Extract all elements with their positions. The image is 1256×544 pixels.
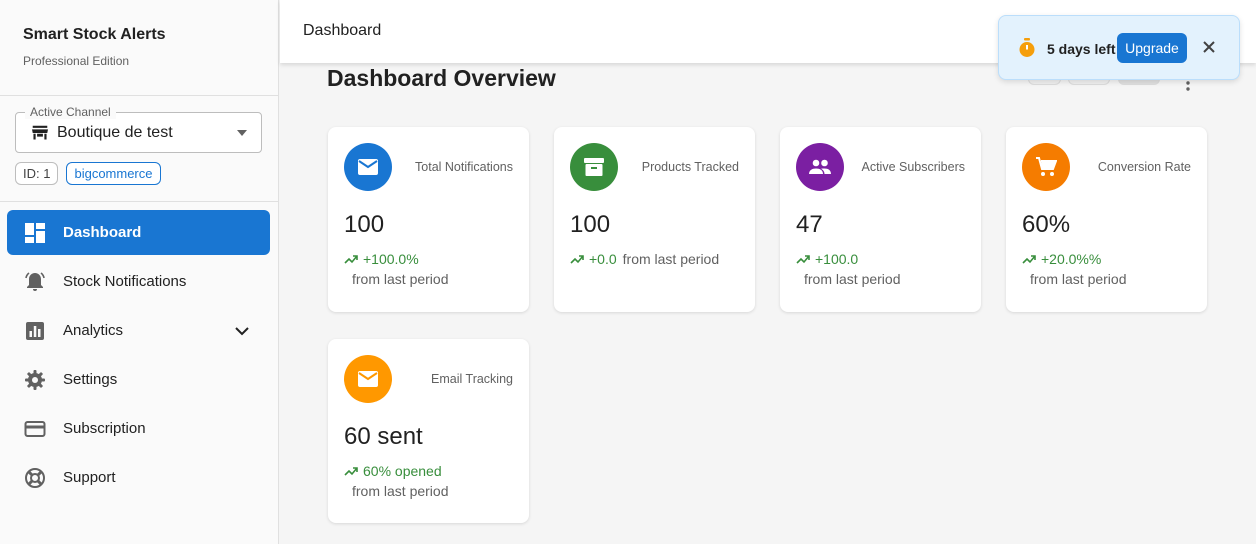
channel-chips: ID: 1 bigcommerce: [15, 162, 278, 186]
brand: Smart Stock Alerts Professional Edition: [0, 0, 278, 96]
main-content: Dashboard Overview Total Notifications 1…: [280, 63, 1256, 544]
card-label: Products Tracked: [641, 160, 739, 174]
store-icon: [32, 125, 48, 140]
upgrade-button[interactable]: Upgrade: [1117, 33, 1187, 63]
card-icon-badge: [796, 143, 844, 191]
card-icon-badge: [570, 143, 618, 191]
card-icon-badge: [344, 355, 392, 403]
nav-item-subscription[interactable]: Subscription: [7, 406, 270, 451]
nav-item-stock-notifications[interactable]: Stock Notifications: [7, 259, 270, 304]
app-edition: Professional Edition: [23, 54, 130, 68]
card-trend: 60% opened: [344, 463, 442, 479]
stat-card-products-tracked: Products Tracked 100 +0.0 from last peri…: [554, 127, 755, 312]
active-channel-select[interactable]: Active Channel Boutique de test: [15, 105, 262, 153]
people-icon: [809, 159, 831, 174]
card-label: Email Tracking: [431, 372, 513, 386]
card-label: Conversion Rate: [1097, 160, 1191, 174]
trending-up-icon: [796, 255, 810, 264]
main-nav: Dashboard Stock Notifications Analytics: [7, 210, 270, 504]
stat-card-conversion-rate: Conversion Rate 60% +20.0%% from last pe…: [1006, 127, 1207, 312]
close-icon[interactable]: [1202, 40, 1216, 54]
nav-item-analytics[interactable]: Analytics: [7, 308, 270, 353]
card-trend-value: 60% opened: [363, 463, 442, 479]
trending-up-icon: [344, 255, 358, 264]
caret-down-icon: [237, 130, 247, 136]
mail-icon: [358, 371, 378, 387]
card-trend-value: +100.0%: [363, 251, 419, 267]
card-note: from last period: [352, 271, 449, 287]
dashboard-icon: [25, 223, 45, 243]
app-title: Smart Stock Alerts: [23, 26, 166, 43]
bell-alert-icon: [25, 272, 45, 291]
card-trend: +100.0%: [344, 251, 419, 267]
card-icon-badge: [344, 143, 392, 191]
card-trend-value: +0.0: [589, 251, 617, 267]
card-value: 47: [796, 211, 823, 238]
trending-up-icon: [1022, 255, 1036, 264]
card-icon-badge: [1022, 143, 1070, 191]
card-trend-value: +20.0%%: [1041, 251, 1102, 267]
topbar-title: Dashboard: [303, 22, 382, 39]
card-note: from last period: [352, 483, 449, 499]
credit-card-icon: [24, 421, 46, 437]
cart-icon: [1036, 157, 1057, 176]
nav-label-analytics: Analytics: [63, 322, 124, 339]
card-trend: +20.0%%: [1022, 251, 1101, 267]
channel-id-chip: ID: 1: [15, 162, 59, 185]
nav-item-support[interactable]: Support: [7, 455, 270, 500]
trial-days-left: 5 days left: [1047, 41, 1116, 57]
card-note: from last period: [1030, 271, 1127, 287]
nav-label-dashboard: Dashboard: [63, 224, 142, 241]
nav-label-support: Support: [63, 469, 116, 486]
nav-label-stock-notifications: Stock Notifications: [63, 273, 187, 290]
trending-up-icon: [344, 467, 358, 476]
card-label: Total Notifications: [415, 160, 513, 174]
mail-icon: [358, 159, 378, 175]
nav-item-settings[interactable]: Settings: [7, 357, 270, 402]
lifebuoy-icon: [25, 468, 45, 488]
card-value: 100: [344, 211, 385, 238]
stat-card-active-subscribers: Active Subscribers 47 +100.0 from last p…: [780, 127, 981, 312]
stat-card-email-tracking: Email Tracking 60 sent 60% opened from l…: [328, 339, 529, 523]
gear-icon: [25, 370, 45, 390]
nav-item-dashboard[interactable]: Dashboard: [7, 210, 270, 255]
card-label: Active Subscribers: [861, 160, 965, 174]
trial-toast: 5 days left Upgrade: [998, 15, 1240, 80]
trending-up-icon: [570, 255, 584, 264]
sidebar: Smart Stock Alerts Professional Edition …: [0, 0, 279, 544]
chevron-down-icon[interactable]: [234, 323, 250, 339]
nav-label-subscription: Subscription: [63, 420, 146, 437]
bar-chart-icon: [26, 322, 44, 340]
active-channel-value: Boutique de test: [57, 124, 173, 141]
stat-card-total-notifications: Total Notifications 100 +100.0% from las…: [328, 127, 529, 312]
timer-icon: [1019, 38, 1035, 57]
card-value: 100: [570, 211, 611, 238]
nav-label-settings: Settings: [63, 371, 118, 388]
card-trend: +100.0: [796, 251, 858, 267]
card-value: 60 sent: [344, 423, 423, 450]
page-title: Dashboard Overview: [327, 65, 556, 91]
card-value: 60%: [1022, 211, 1071, 238]
active-channel-label: Active Channel: [25, 105, 116, 119]
archive-icon: [584, 158, 604, 176]
nav-divider: [0, 201, 278, 202]
card-note: from last period: [622, 251, 720, 267]
card-trend-value: +100.0: [815, 251, 859, 267]
card-note: from last period: [804, 271, 901, 287]
platform-chip: bigcommerce: [66, 162, 161, 185]
card-trend: +0.0 from last period: [570, 251, 719, 267]
